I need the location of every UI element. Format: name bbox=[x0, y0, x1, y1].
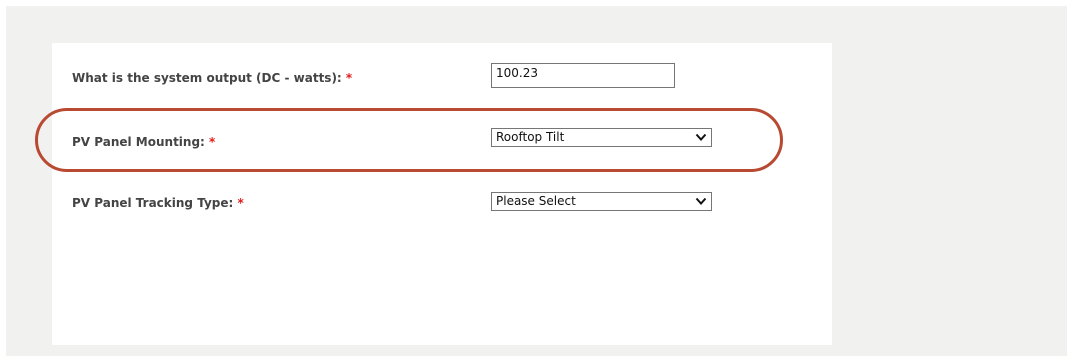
system-output-input[interactable]: 100.23 bbox=[491, 63, 675, 88]
panel-mounting-selected: Rooftop Tilt bbox=[496, 130, 565, 144]
system-output-label: What is the system output (DC - watts): … bbox=[72, 71, 352, 85]
tracking-type-label: PV Panel Tracking Type: * bbox=[72, 196, 244, 210]
panel-mounting-label-text: PV Panel Mounting: bbox=[72, 135, 205, 149]
tracking-type-select[interactable]: Please Select bbox=[491, 192, 712, 211]
system-output-value: 100.23 bbox=[496, 66, 538, 80]
required-marker: * bbox=[345, 71, 353, 85]
system-output-label-text: What is the system output (DC - watts): bbox=[72, 71, 342, 85]
form-panel: What is the system output (DC - watts): … bbox=[52, 43, 832, 345]
chevron-down-icon bbox=[695, 197, 707, 205]
chevron-down-icon bbox=[695, 133, 707, 141]
panel-mounting-label: PV Panel Mounting: * bbox=[72, 135, 215, 149]
tracking-type-label-text: PV Panel Tracking Type: bbox=[72, 196, 234, 210]
required-marker: * bbox=[209, 135, 216, 149]
tracking-type-selected: Please Select bbox=[496, 194, 576, 208]
panel-mounting-select[interactable]: Rooftop Tilt bbox=[491, 128, 712, 147]
required-marker: * bbox=[237, 196, 244, 210]
page-background: What is the system output (DC - watts): … bbox=[6, 6, 1067, 356]
